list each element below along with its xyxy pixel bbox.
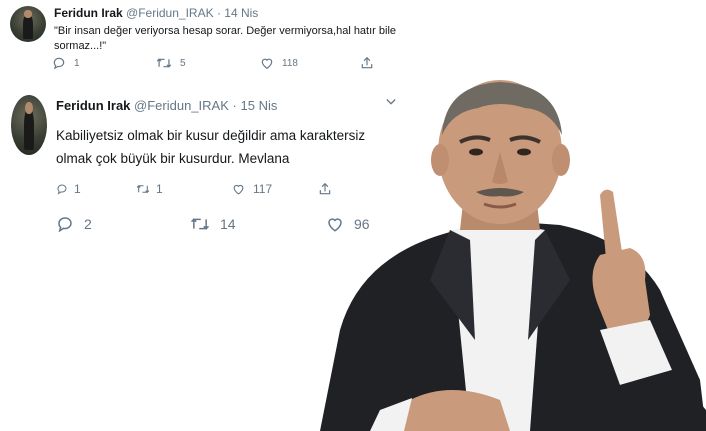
avatar[interactable]: [10, 6, 46, 42]
reply-button[interactable]: 2: [56, 215, 190, 233]
retweet-button[interactable]: 5: [156, 56, 260, 70]
avatar[interactable]: [11, 95, 47, 155]
retweet-icon: [156, 58, 172, 68]
author-name[interactable]: Feridun Irak: [54, 6, 123, 20]
tweet-1[interactable]: Feridun Irak @Feridun_IRAK · 14 Nis "Bir…: [0, 0, 430, 82]
tweet-date[interactable]: 14 Nis: [224, 6, 258, 20]
retweet-button[interactable]: 1: [136, 181, 232, 197]
author-handle[interactable]: @Feridun_IRAK: [134, 98, 229, 113]
reply-icon: [58, 217, 72, 233]
retweet-icon: [190, 218, 210, 230]
separator: ·: [232, 98, 237, 113]
tweet-text: "Bir insan değer veriyorsa hesap sorar. …: [54, 25, 397, 52]
share-icon: [361, 56, 373, 69]
retweet-icon: [136, 185, 150, 193]
tweet-date[interactable]: 15 Nis: [241, 98, 278, 113]
like-icon: [261, 58, 273, 69]
retweet-count: 14: [220, 216, 236, 232]
reply-count: 2: [84, 216, 92, 232]
like-button[interactable]: 118: [260, 56, 360, 70]
like-icon: [233, 184, 244, 195]
man-photo: [320, 80, 706, 431]
author-handle[interactable]: @Feridun_IRAK: [126, 6, 214, 20]
reply-count: 1: [74, 57, 80, 69]
reply-count: 1: [74, 182, 81, 196]
tweet-header: Feridun Irak @Feridun_IRAK · 15 Nis: [56, 98, 277, 113]
share-button[interactable]: [360, 56, 374, 70]
tweet-actions: 1 5 118: [52, 56, 374, 70]
like-count: 118: [282, 57, 298, 69]
reply-icon: [53, 57, 65, 70]
tweet-header: Feridun Irak @Feridun_IRAK · 14 Nis: [54, 6, 258, 20]
like-count: 117: [253, 182, 273, 196]
retweet-count: 5: [180, 57, 186, 69]
reply-button[interactable]: 1: [52, 56, 156, 70]
author-name[interactable]: Feridun Irak: [56, 98, 130, 113]
reply-icon: [57, 184, 67, 195]
retweet-count: 1: [156, 182, 163, 196]
reply-button[interactable]: 1: [56, 181, 136, 197]
separator: ·: [216, 6, 221, 20]
tweet-actions: 1 1 117: [56, 181, 332, 197]
